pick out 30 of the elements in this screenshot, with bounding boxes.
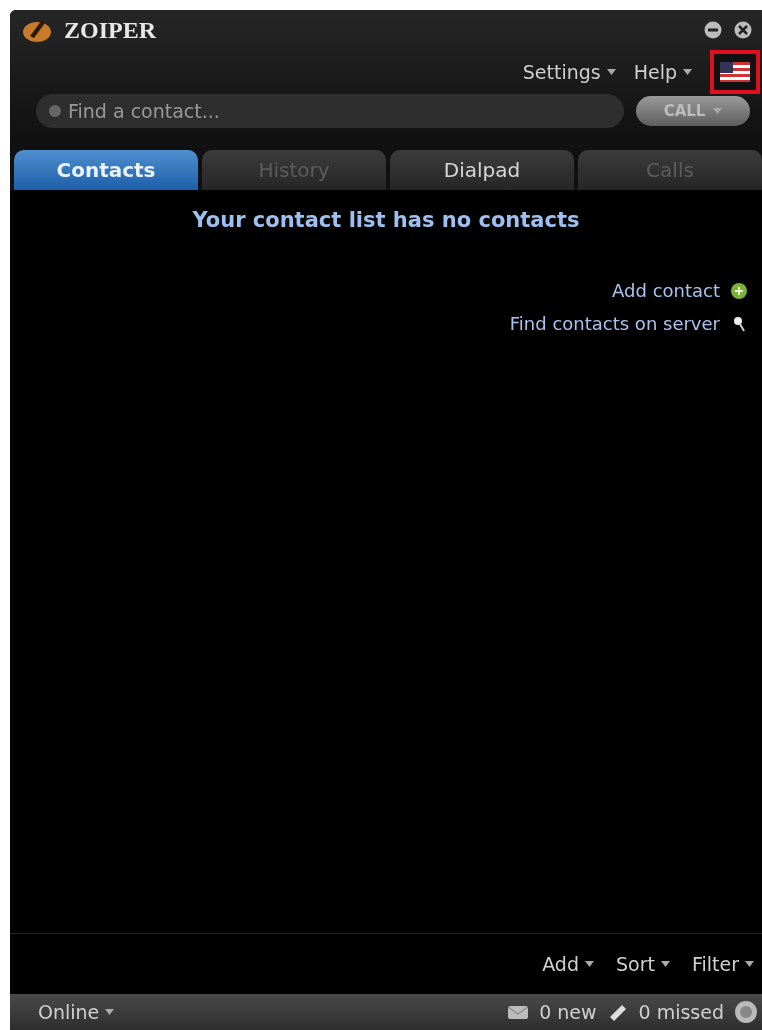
caret-icon [105, 1009, 115, 1015]
globe-icon [734, 1000, 758, 1024]
presence-menu[interactable]: Online [38, 1001, 115, 1023]
tab[interactable]: Contacts [14, 150, 198, 190]
action-link[interactable]: Find contacts on server [509, 313, 748, 334]
plus-icon [730, 281, 748, 300]
search-icon [48, 104, 62, 118]
caret-icon [660, 961, 670, 967]
toolbar-menu[interactable]: Sort [616, 953, 670, 975]
new-messages-count: 0 new [539, 1001, 597, 1023]
search-field[interactable]: Find a contact... [36, 94, 624, 128]
toolbar-menu[interactable]: Filter [691, 953, 754, 975]
menu-item[interactable]: Help [633, 61, 692, 83]
caret-icon [745, 961, 754, 967]
close-button[interactable] [734, 21, 752, 39]
empty-message: Your contact list has no contacts [191, 208, 581, 232]
minimize-button[interactable] [704, 21, 722, 39]
toolbar-menu[interactable]: Add [542, 953, 594, 975]
window-title: ZOIPER [64, 16, 158, 44]
menu-item[interactable]: Settings [522, 61, 616, 83]
caret-icon [713, 108, 723, 114]
caret-icon [683, 69, 692, 75]
caret-icon [606, 69, 616, 75]
tab[interactable]: Dialpad [390, 150, 574, 190]
language-button[interactable] [710, 50, 760, 94]
flag-icon [720, 62, 750, 82]
caret-icon [585, 961, 594, 967]
envelope-icon [507, 1003, 530, 1021]
action-link[interactable]: Add contact [612, 280, 748, 301]
missed-calls-count: 0 missed [638, 1001, 724, 1023]
